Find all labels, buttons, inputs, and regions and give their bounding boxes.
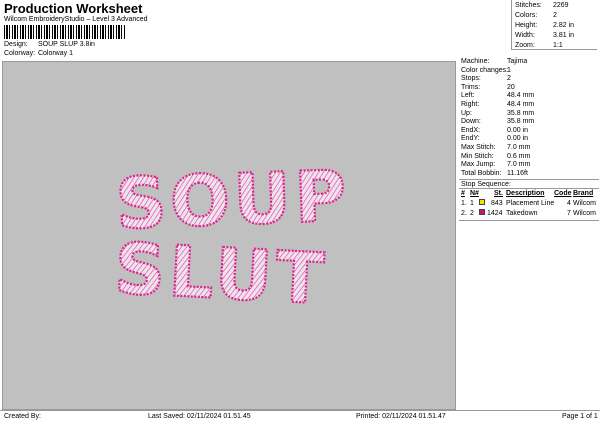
stat-colors: Colors: 2: [515, 12, 557, 19]
last-saved: Last Saved: 02/11/2024 01.51.45: [148, 413, 251, 420]
info-trims: Trims: 20: [461, 83, 515, 91]
stat-stitches: Stitches: 2269: [515, 2, 569, 9]
info-down: Down: 35.8 mm: [461, 118, 535, 126]
created-by: Created By:: [4, 413, 41, 420]
info-right: Right: 48.4 mm: [461, 100, 535, 108]
stop-sequence-title: Stop Sequence:: [459, 179, 599, 190]
stop-row[interactable]: 2. 2 1424 Takedown 7 Wilcom: [459, 209, 599, 219]
stop-sequence-divider: [459, 220, 599, 222]
col-code: Code: [554, 190, 572, 198]
stat-width: Width: 3.81 in: [515, 32, 575, 39]
embroidery-design-art: SOUP SLUT: [111, 154, 352, 322]
stat-zoom: Zoom: 1:1: [515, 42, 563, 49]
info-up: Up: 35.8 mm: [461, 109, 535, 117]
info-endx: EndX: 0.00 in: [461, 126, 529, 134]
worksheet-title: Production Worksheet: [4, 1, 143, 16]
stop-row[interactable]: 1. 1 843 Placement Line 4 Wilcom: [459, 199, 599, 209]
design-value: SOUP SLUP 3.8in: [37, 41, 95, 48]
col-n: N#: [470, 190, 479, 198]
col-num: #: [461, 190, 465, 198]
col-st: St.: [494, 190, 503, 198]
info-stops: Stops: 2: [461, 75, 511, 83]
stat-height: Height: 2.82 in: [515, 22, 575, 29]
color-swatch-magenta: [479, 209, 485, 216]
col-brand: Brand: [573, 190, 594, 198]
colorway-value: Colorway 1: [37, 50, 73, 57]
design-canvas[interactable]: SOUP SLUT: [2, 61, 456, 410]
info-max-stitch: Max Stitch: 7.0 mm: [461, 143, 531, 151]
worksheet-footer: Created By: Last Saved: 02/11/2024 01.51…: [0, 410, 600, 424]
printed-date: Printed: 02/11/2024 01.51.47: [356, 413, 446, 420]
colorway-label: Colorway:: [4, 50, 36, 57]
stop-sequence-header: # N# St. Description Code Brand: [459, 189, 599, 199]
info-color-changes: Color changes:1: [461, 66, 511, 74]
stats-summary: Stitches: 2269 Colors: 2 Height: 2.82 in Wi…: [511, 0, 597, 50]
design-row: Design: SOUP SLUP 3.8in: [4, 41, 95, 48]
info-max-jump: Max Jump: 7.0 mm: [461, 161, 531, 169]
machine-info-panel: Machine: Tajima Color changes:1 Stops: 2 T…: [459, 58, 599, 410]
design-label: Design:: [4, 41, 28, 48]
software-subtitle: Wilcom EmbroideryStudio – Level 3 Advanc…: [4, 16, 148, 23]
page-number: Page 1 of 1: [562, 413, 598, 420]
info-total-bobbin: Total Bobbin: 11.16ft: [461, 169, 528, 177]
design-line-slut: SLUT: [113, 227, 330, 320]
worksheet-header: Production Worksheet Wilcom EmbroiderySt…: [0, 0, 600, 64]
col-description: Description: [506, 190, 545, 198]
info-left: Left: 48.4 mm: [461, 92, 535, 100]
colorway-row: Colorway: Colorway 1: [4, 50, 73, 57]
info-min-stitch: Min Stitch: 0.6 mm: [461, 152, 531, 160]
info-endy: EndY: 0.00 in: [461, 135, 529, 143]
info-machine: Machine: Tajima: [461, 58, 528, 65]
color-swatch-yellow: [479, 199, 485, 206]
barcode-image: [4, 25, 126, 39]
